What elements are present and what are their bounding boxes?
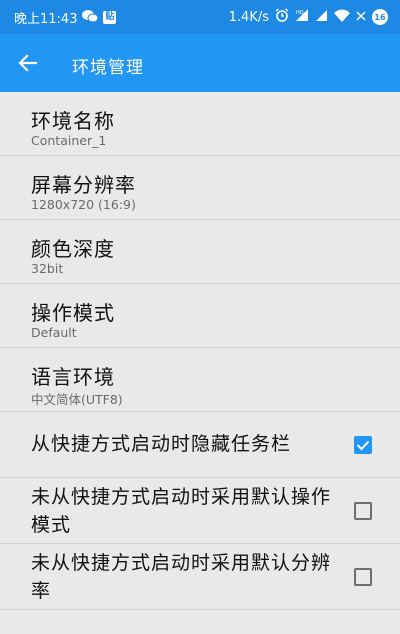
svg-text:HD: HD bbox=[296, 10, 304, 16]
check-label: 未从快捷方式启动时采用默认分辨率 bbox=[31, 552, 332, 602]
wechat-icon bbox=[82, 9, 99, 27]
signal-icon bbox=[315, 9, 328, 26]
status-time: 晚上11:43 bbox=[14, 12, 78, 27]
settings-list: 环境名称 Container_1 屏幕分辨率 1280x720 (16:9) 颜… bbox=[0, 92, 400, 610]
checkbox[interactable] bbox=[354, 502, 372, 520]
net-speed: 1.4K/s bbox=[228, 9, 269, 25]
hd-icon: HD bbox=[295, 8, 309, 26]
pref-title: 操作模式 bbox=[31, 301, 115, 325]
app-bar: 环境管理 bbox=[0, 34, 400, 92]
pref-title: 语言环境 bbox=[31, 365, 115, 389]
pref-value: 32bit bbox=[31, 261, 64, 276]
wifi-icon bbox=[334, 9, 350, 26]
pref-environment-name[interactable]: 环境名称 Container_1 bbox=[0, 92, 400, 156]
pref-value: 1280x720 (16:9) bbox=[31, 197, 136, 212]
screen: 晚上11:43 贴 1.4K/s HD 16 环境管理 环境名称 Contain… bbox=[0, 0, 400, 634]
x-signal-icon bbox=[356, 9, 366, 26]
pref-screen-resolution[interactable]: 屏幕分辨率 1280x720 (16:9) bbox=[0, 156, 400, 220]
pref-value: Container_1 bbox=[31, 133, 107, 148]
pref-color-depth[interactable]: 颜色深度 32bit bbox=[0, 220, 400, 284]
check-label: 从快捷方式启动时隐藏任务栏 bbox=[31, 433, 292, 455]
battery-icon: 16 bbox=[372, 9, 388, 25]
page-title: 环境管理 bbox=[72, 58, 144, 78]
status-left: 晚上11:43 贴 bbox=[14, 8, 117, 27]
arrow-back-icon bbox=[18, 54, 38, 72]
status-right: 1.4K/s HD 16 bbox=[229, 8, 388, 26]
back-button[interactable] bbox=[12, 47, 44, 79]
status-bar: 晚上11:43 贴 1.4K/s HD 16 bbox=[0, 0, 400, 34]
alarm-icon bbox=[275, 8, 289, 26]
check-item-default-resolution[interactable]: 未从快捷方式启动时采用默认分辨率 bbox=[0, 544, 400, 610]
app-badge: 贴 bbox=[103, 11, 117, 24]
checkbox[interactable] bbox=[354, 568, 372, 586]
check-icon bbox=[356, 440, 370, 451]
pref-title: 屏幕分辨率 bbox=[31, 173, 136, 197]
check-label: 未从快捷方式启动时采用默认操作模式 bbox=[31, 486, 332, 536]
pref-value: Default bbox=[31, 325, 77, 340]
check-item-default-mode[interactable]: 未从快捷方式启动时采用默认操作模式 bbox=[0, 478, 400, 544]
pref-value: 中文简体(UTF8) bbox=[31, 392, 123, 407]
checkbox[interactable] bbox=[354, 436, 372, 454]
pref-title: 环境名称 bbox=[31, 109, 115, 133]
check-item-hide-taskbar[interactable]: 从快捷方式启动时隐藏任务栏 bbox=[0, 412, 400, 478]
pref-title: 颜色深度 bbox=[31, 237, 115, 261]
pref-operation-mode[interactable]: 操作模式 Default bbox=[0, 284, 400, 348]
pref-locale[interactable]: 语言环境 中文简体(UTF8) bbox=[0, 348, 400, 412]
